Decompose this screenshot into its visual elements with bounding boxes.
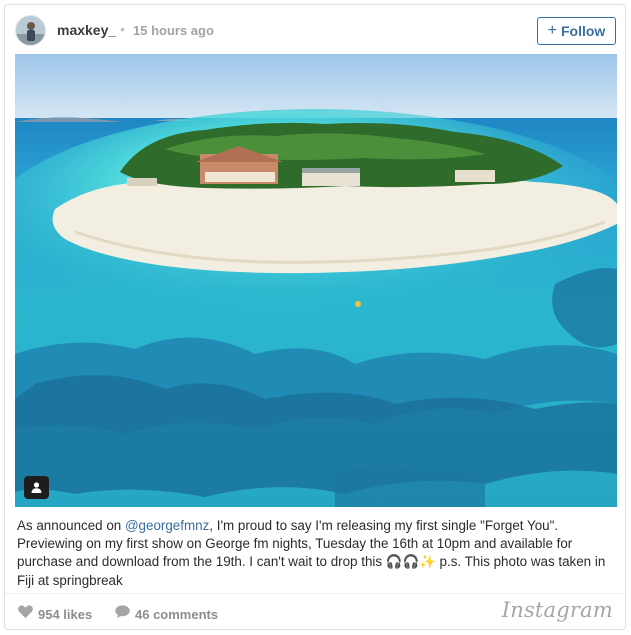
username-link[interactable]: maxkey_ <box>57 22 116 38</box>
post-photo[interactable] <box>15 54 617 507</box>
likes-count[interactable]: 954 likes <box>18 605 92 623</box>
instagram-logo[interactable]: Instagram <box>502 598 613 622</box>
follow-button[interactable]: + Follow <box>537 17 616 45</box>
comments-count[interactable]: 46 comments <box>115 605 218 623</box>
post-footer: 954 likes 46 comments Instagram <box>5 594 625 630</box>
post-timestamp[interactable]: 15 hours ago <box>133 23 214 38</box>
comment-bubble-icon <box>115 605 130 623</box>
post-header: maxkey_ • 15 hours ago + Follow <box>5 5 625 55</box>
instagram-embed-card: maxkey_ • 15 hours ago + Follow As annou… <box>4 4 626 630</box>
mention-link[interactable]: @georgefmnz <box>125 518 209 533</box>
likes-label: 954 likes <box>38 606 93 622</box>
avatar[interactable] <box>15 15 46 46</box>
heart-icon <box>18 605 33 623</box>
separator-dot: • <box>120 21 125 37</box>
plus-icon: + <box>547 22 557 39</box>
comments-label: 46 comments <box>135 606 219 622</box>
user-tag-icon[interactable] <box>24 476 49 499</box>
follow-label: Follow <box>561 23 606 39</box>
post-caption: As announced on @georgefmnz, I'm proud t… <box>17 517 612 590</box>
caption-prefix: As announced on <box>17 518 125 533</box>
